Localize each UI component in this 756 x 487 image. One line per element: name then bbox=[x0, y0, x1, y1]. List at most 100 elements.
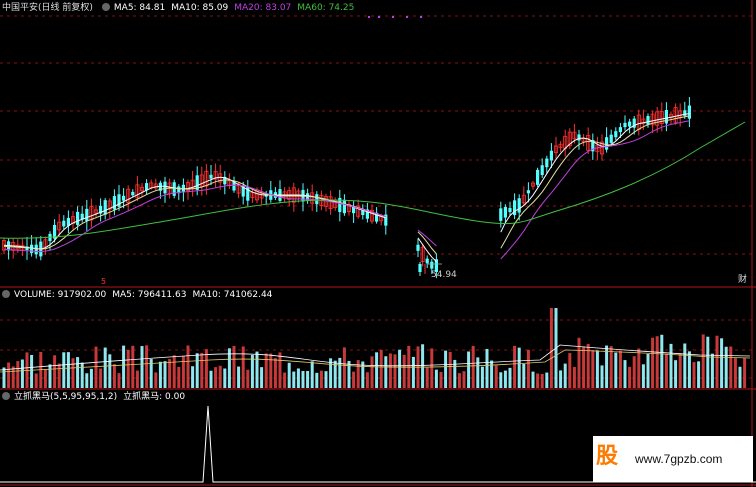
volume-bar bbox=[260, 367, 264, 388]
volume-bar bbox=[540, 373, 544, 388]
volume-bar bbox=[108, 354, 112, 388]
volume-bar bbox=[733, 358, 737, 388]
candle-body bbox=[85, 208, 89, 222]
candle-body bbox=[549, 150, 553, 161]
candle-body bbox=[545, 158, 549, 168]
volume-bar bbox=[531, 371, 535, 388]
ma5-label: MA5: 84.81 bbox=[113, 3, 166, 13]
volume-bar bbox=[122, 345, 126, 388]
volume-bar bbox=[480, 366, 484, 388]
volume-bar bbox=[181, 356, 185, 388]
volume-bar bbox=[131, 345, 135, 388]
volume-bar bbox=[356, 360, 360, 388]
volume-bar bbox=[177, 366, 181, 388]
volume-bar bbox=[605, 345, 609, 388]
volume-bar bbox=[522, 363, 526, 388]
volume-ma5-label: MA5: 796411.63 bbox=[112, 290, 187, 300]
watermark: 股 www.7gpzb.com bbox=[593, 436, 753, 482]
volume-bar bbox=[379, 349, 383, 388]
volume-bar bbox=[517, 347, 521, 388]
volume-bar bbox=[112, 364, 116, 388]
settings-circle-icon[interactable] bbox=[101, 3, 110, 11]
volume-bar bbox=[338, 357, 342, 388]
volume-bar bbox=[600, 365, 604, 388]
volume-bar bbox=[223, 368, 227, 388]
volume-bar bbox=[609, 346, 613, 388]
indicator-circle-icon[interactable] bbox=[2, 392, 10, 400]
volume-bar bbox=[16, 361, 20, 388]
candle-body bbox=[76, 211, 80, 225]
volume-bar bbox=[384, 356, 388, 388]
candle-body bbox=[315, 194, 319, 205]
volume-bar bbox=[568, 353, 572, 388]
signal-dot bbox=[392, 16, 394, 18]
volume-bar bbox=[457, 373, 461, 388]
volume-bar bbox=[306, 370, 310, 388]
volume-bar bbox=[398, 349, 402, 388]
indicator-name: 立抓黑马(5,5,95,95,1,2) bbox=[14, 392, 118, 402]
volume-bar bbox=[250, 354, 254, 388]
volume-bar bbox=[241, 346, 245, 388]
candle-body bbox=[30, 244, 34, 254]
volume-bar bbox=[195, 353, 199, 388]
volume-bar bbox=[347, 360, 351, 388]
volume-bar bbox=[62, 352, 66, 388]
volume-bar bbox=[692, 362, 696, 388]
stock-name[interactable]: 中国平安(日线 前复权) bbox=[2, 3, 93, 13]
volume-bar bbox=[559, 370, 563, 388]
candle-body bbox=[418, 264, 422, 272]
volume-bar bbox=[352, 371, 356, 388]
volume-bar bbox=[710, 353, 714, 388]
volume-circle-icon[interactable] bbox=[2, 290, 10, 298]
candle-body bbox=[623, 122, 627, 128]
ma10-label: MA10: 85.09 bbox=[171, 3, 229, 13]
volume-bar bbox=[572, 366, 576, 388]
candle-body bbox=[416, 244, 420, 251]
candle-body bbox=[508, 207, 512, 213]
volume-bar bbox=[80, 362, 84, 388]
ma60-label: MA60: 74.25 bbox=[297, 3, 355, 13]
volume-bar bbox=[614, 352, 618, 388]
volume-bar bbox=[103, 347, 107, 388]
volume-bar bbox=[11, 366, 15, 388]
watermark-url: www.7gpzb.com bbox=[635, 452, 723, 466]
ma20-label: MA20: 83.07 bbox=[234, 3, 292, 13]
candle-body bbox=[122, 195, 126, 201]
volume-bar bbox=[444, 350, 448, 388]
volume-bar bbox=[623, 360, 627, 388]
volume-bar bbox=[485, 348, 489, 388]
candle-body bbox=[687, 105, 691, 119]
volume-bar bbox=[462, 371, 466, 388]
volume-bar bbox=[135, 370, 139, 388]
volume-bar bbox=[255, 351, 259, 388]
volume-bar bbox=[2, 367, 6, 388]
candle-body bbox=[536, 169, 540, 185]
volume-bar bbox=[660, 334, 664, 388]
volume-bar bbox=[209, 370, 213, 388]
volume-bar bbox=[296, 368, 300, 388]
volume-bar bbox=[411, 356, 415, 388]
volume-bar bbox=[425, 367, 429, 388]
volume-bar bbox=[269, 353, 273, 388]
volume-bar bbox=[577, 337, 581, 388]
volume-bar bbox=[651, 337, 655, 388]
volume-bar bbox=[637, 348, 641, 388]
volume-bar bbox=[503, 370, 507, 388]
volume-bar bbox=[126, 349, 130, 388]
volume-bar bbox=[738, 366, 742, 388]
candle-body bbox=[425, 258, 429, 264]
volume-bar bbox=[214, 367, 218, 388]
signal-dot bbox=[378, 16, 380, 18]
volume-bar bbox=[301, 371, 305, 388]
volume-bar bbox=[499, 372, 503, 388]
volume-bar bbox=[729, 346, 733, 388]
volume-bar bbox=[71, 358, 75, 388]
candle-body bbox=[664, 109, 668, 124]
volume-bar bbox=[283, 372, 287, 388]
volume-bar bbox=[632, 356, 636, 388]
candle-body bbox=[540, 165, 544, 176]
volume-bar bbox=[237, 366, 241, 388]
volume-bar bbox=[163, 361, 167, 388]
volume-bar bbox=[724, 346, 728, 388]
indicator-value: 立抓黑马: 0.00 bbox=[123, 392, 186, 402]
